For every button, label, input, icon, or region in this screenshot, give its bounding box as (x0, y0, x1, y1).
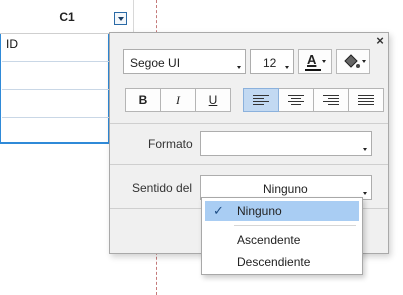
chevron-down-icon (363, 192, 367, 195)
text-style-group: B I U (125, 88, 231, 112)
font-color-icon: A (307, 52, 317, 67)
chevron-down-icon (322, 60, 326, 63)
font-color-button[interactable]: A (298, 49, 332, 74)
chevron-down-icon (362, 60, 366, 63)
column-filter-button[interactable] (114, 12, 127, 25)
option-descendiente[interactable]: Descendiente (205, 252, 359, 272)
fill-color-button[interactable] (336, 49, 370, 74)
align-right-icon (323, 95, 339, 105)
align-justify-icon (358, 95, 374, 105)
sort-direction-value: Ninguno (263, 182, 308, 196)
bold-button[interactable]: B (125, 88, 161, 112)
align-center-icon (288, 95, 304, 105)
chevron-down-icon (363, 148, 367, 151)
grid-cell[interactable] (2, 62, 110, 90)
checkmark-icon: ✓ (213, 203, 224, 218)
sort-direction-options: ✓ Ninguno Ascendente Descendiente (201, 197, 363, 275)
color-swatch (305, 69, 321, 71)
align-left-button[interactable] (243, 88, 279, 112)
column-header-c1[interactable]: C1 (55, 10, 79, 24)
formato-dropdown[interactable] (200, 131, 372, 156)
divider (110, 164, 388, 165)
grid-cell[interactable] (2, 118, 110, 146)
option-ascendente[interactable]: Ascendente (205, 230, 359, 250)
align-right-button[interactable] (313, 88, 349, 112)
formato-label: Formato (148, 137, 193, 151)
font-size-value: 12 (263, 56, 277, 70)
font-family-dropdown[interactable]: Segoe UI (123, 49, 246, 74)
alignment-group (243, 88, 384, 112)
column-header-row: C1 (0, 0, 160, 34)
align-center-button[interactable] (278, 88, 314, 112)
sentido-label: Sentido del (132, 181, 193, 195)
option-ninguno[interactable]: ✓ Ninguno (205, 201, 359, 221)
chevron-down-icon (117, 16, 124, 21)
paint-bucket-icon (344, 54, 360, 68)
grid-cell[interactable] (2, 90, 110, 118)
divider (110, 123, 388, 124)
column-divider (133, 0, 134, 34)
selected-column[interactable]: ID (0, 34, 110, 144)
align-justify-button[interactable] (348, 88, 384, 112)
font-size-dropdown[interactable]: 12 (250, 49, 294, 74)
underline-button[interactable]: U (195, 88, 231, 112)
align-left-icon (253, 95, 269, 105)
divider (234, 225, 356, 226)
italic-button[interactable]: I (160, 88, 196, 112)
chevron-down-icon (285, 66, 289, 69)
close-icon[interactable]: × (374, 34, 386, 47)
grid-cell[interactable]: ID (2, 34, 110, 62)
font-family-value: Segoe UI (130, 56, 181, 70)
chevron-down-icon (237, 66, 241, 69)
